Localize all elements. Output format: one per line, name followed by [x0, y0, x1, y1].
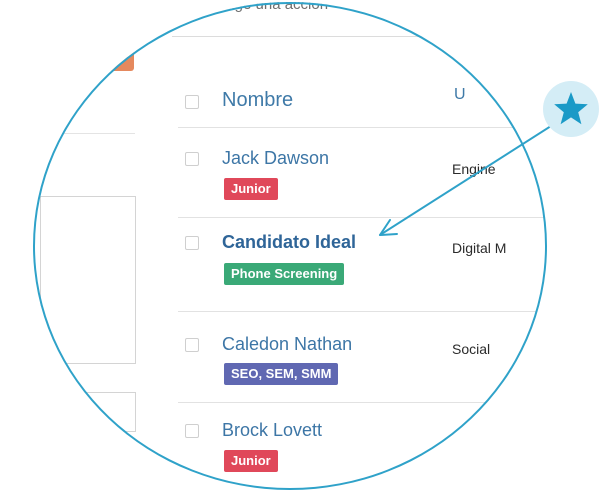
candidate-tag: Phone Screening	[224, 263, 345, 285]
magnifier-lens: Elige una acción Nombre U Jack Dawson Ju…	[33, 2, 547, 490]
candidate-role: Social	[452, 341, 491, 357]
candidate-list-view: Elige una acción Nombre U Jack Dawson Ju…	[33, 2, 547, 490]
candidate-role: Digital M	[452, 240, 507, 256]
action-bar-divider	[172, 36, 532, 37]
candidate-tag: Junior	[224, 450, 278, 472]
candidate-name-link[interactable]: Brock Lovett	[222, 420, 322, 441]
left-panel-box[interactable]	[40, 196, 136, 364]
row-checkbox[interactable]	[185, 338, 199, 352]
zoom-illustration: Elige una acción Nombre U Jack Dawson Ju…	[0, 0, 600, 496]
star-icon	[554, 92, 588, 125]
header-divider	[178, 127, 547, 128]
candidate-name-link[interactable]: Caledon Nathan	[222, 334, 352, 355]
row-checkbox[interactable]	[185, 152, 199, 166]
left-panel-divider	[40, 133, 135, 134]
candidate-tag: SEO, SEM, SMM	[224, 363, 339, 385]
column-header-name[interactable]: Nombre	[222, 89, 293, 112]
select-all-checkbox[interactable]	[185, 95, 199, 109]
row-divider	[178, 217, 547, 218]
candidate-name-link[interactable]: Candidato Ideal	[222, 232, 356, 253]
star-badge	[543, 81, 599, 137]
row-divider	[178, 402, 547, 403]
row-divider	[178, 311, 547, 312]
orange-button[interactable]	[60, 34, 134, 71]
column-header-clipped[interactable]: U	[454, 86, 466, 104]
candidate-role: Engine	[452, 161, 496, 177]
row-checkbox[interactable]	[185, 236, 199, 250]
candidate-name-link[interactable]: Jack Dawson	[222, 148, 329, 169]
candidate-tag: Junior	[224, 178, 278, 200]
left-panel-input[interactable]	[40, 392, 136, 432]
bulk-action-placeholder[interactable]: Elige una acción	[218, 2, 328, 13]
row-checkbox[interactable]	[185, 424, 199, 438]
